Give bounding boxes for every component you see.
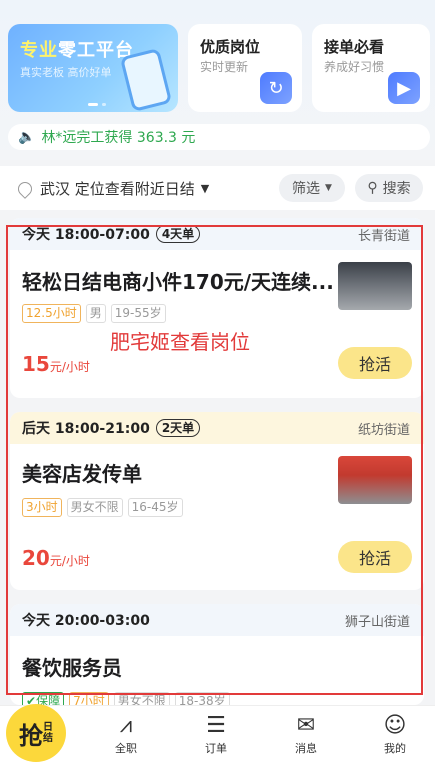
tab-messages[interactable]: ✉ 消息 bbox=[276, 712, 336, 756]
tab-profile[interactable]: ☺ 我的 bbox=[365, 712, 425, 756]
phone-illustration bbox=[119, 47, 173, 112]
tab-label: 订单 bbox=[205, 742, 227, 755]
caret-down-icon: ▼ bbox=[200, 182, 210, 195]
job-tag: 男女不限 bbox=[66, 498, 123, 517]
tab-orders[interactable]: ☰ 订单 bbox=[186, 712, 246, 756]
caret-down-icon: ▼ bbox=[325, 183, 332, 193]
job-days: 4天单 bbox=[155, 225, 201, 243]
tab-fulltime[interactable]: ⩘ 全职 bbox=[96, 712, 156, 756]
job-card[interactable]: 后天 18:00-21:00 2天单 纸坊街道 美容店发传单 3小时 男女不限 … bbox=[10, 412, 424, 590]
search-button[interactable]: ⚲ 搜索 bbox=[355, 174, 423, 202]
card-subtitle: 养成好习惯 bbox=[324, 60, 385, 74]
tie-icon: ⩘ bbox=[119, 713, 133, 738]
banner-title: 专业零工平台 bbox=[20, 40, 134, 61]
card-subtitle: 实时更新 bbox=[200, 60, 249, 74]
job-tag: 7小时 bbox=[69, 692, 109, 705]
job-tag: 男 bbox=[85, 304, 106, 323]
job-tag: 18-38岁 bbox=[174, 692, 230, 705]
job-title: 轻松日结电商小件170元/天连续... bbox=[22, 270, 334, 294]
location-label: 武汉 定位查看附近日结 bbox=[40, 180, 195, 198]
smile-icon: ☺ bbox=[383, 713, 407, 738]
grab-tab-label: 抢 bbox=[19, 721, 43, 750]
overlay-caption: 肥宅姬查看岗位 bbox=[110, 330, 250, 354]
job-tag: 12.5小时 bbox=[22, 304, 81, 323]
job-thumbnail bbox=[338, 456, 412, 504]
job-tag: ✔保障 bbox=[22, 692, 65, 705]
card-title: 优质岗位 bbox=[200, 38, 261, 56]
filter-button[interactable]: 筛选 ▼ bbox=[279, 174, 345, 202]
job-date: 今天 18:00-07:00 bbox=[22, 227, 150, 243]
carousel-dots bbox=[88, 103, 106, 106]
job-card[interactable]: 今天 18:00-07:00 4天单 长青街道 轻松日结电商小件170元/天连续… bbox=[10, 218, 424, 398]
job-title: 餐饮服务员 bbox=[22, 656, 122, 680]
job-price: 15元/小时 bbox=[22, 352, 90, 376]
job-date: 今天 20:00-03:00 bbox=[22, 613, 150, 629]
filter-bar: 武汉 定位查看附近日结 ▼ 筛选 ▼ ⚲ 搜索 bbox=[0, 166, 435, 210]
job-tags: 12.5小时 男 19-55岁 bbox=[22, 304, 166, 323]
job-tag: 19-55岁 bbox=[110, 304, 166, 323]
location-selector[interactable]: 武汉 定位查看附近日结 ▼ bbox=[15, 178, 210, 199]
location-pin-icon bbox=[15, 178, 35, 199]
job-header: 今天 20:00-03:00 狮子山街道 bbox=[10, 604, 424, 636]
grab-button[interactable]: 抢活 bbox=[338, 541, 412, 573]
job-thumbnail bbox=[338, 262, 412, 310]
job-price: 20元/小时 bbox=[22, 546, 90, 570]
earnings-notice: 🔈 林*远完工获得 363.3 元 bbox=[8, 124, 430, 150]
job-title: 美容店发传单 bbox=[22, 462, 142, 486]
tab-grab[interactable]: 抢 日结 bbox=[6, 704, 66, 762]
grab-button[interactable]: 抢活 bbox=[338, 347, 412, 379]
tab-label: 消息 bbox=[295, 742, 317, 755]
refresh-icon: ↻ bbox=[260, 72, 292, 104]
must-read-card[interactable]: 接单必看 养成好习惯 ▶ bbox=[312, 24, 430, 112]
document-icon: ☰ bbox=[206, 713, 226, 738]
speaker-icon: 🔈 bbox=[18, 129, 36, 145]
video-icon: ▶ bbox=[388, 72, 420, 104]
quality-jobs-card[interactable]: 优质岗位 实时更新 ↻ bbox=[188, 24, 302, 112]
tab-label: 全职 bbox=[115, 742, 137, 755]
job-card[interactable]: 今天 20:00-03:00 狮子山街道 餐饮服务员 ✔保障 7小时 男女不限 … bbox=[10, 604, 424, 705]
banner-subtitle: 真实老板 高价好单 bbox=[20, 66, 112, 79]
job-street: 长青街道 bbox=[357, 228, 410, 244]
card-title: 接单必看 bbox=[324, 38, 385, 56]
job-days: 2天单 bbox=[155, 419, 201, 437]
promo-banner[interactable]: 专业零工平台 真实老板 高价好单 bbox=[8, 24, 178, 112]
job-tag: 男女不限 bbox=[113, 692, 170, 705]
job-tags: 3小时 男女不限 16-45岁 bbox=[22, 498, 183, 517]
job-street: 狮子山街道 bbox=[344, 614, 410, 630]
job-header: 后天 18:00-21:00 2天单 纸坊街道 bbox=[10, 412, 424, 444]
job-tag: 16-45岁 bbox=[127, 498, 183, 517]
chat-icon: ✉ bbox=[296, 713, 316, 738]
grab-tab-sub: 日结 bbox=[43, 722, 53, 744]
tab-label: 我的 bbox=[384, 742, 406, 755]
search-label: 搜索 bbox=[382, 181, 411, 197]
notice-text: 林*远完工获得 363.3 元 bbox=[41, 130, 196, 146]
job-date: 后天 18:00-21:00 bbox=[22, 421, 150, 437]
job-tag: 3小时 bbox=[22, 498, 62, 517]
search-icon: ⚲ bbox=[367, 180, 378, 196]
job-street: 纸坊街道 bbox=[357, 422, 410, 438]
job-tags: ✔保障 7小时 男女不限 18-38岁 bbox=[22, 692, 230, 705]
job-header: 今天 18:00-07:00 4天单 长青街道 bbox=[10, 218, 424, 250]
filter-label: 筛选 bbox=[292, 181, 321, 197]
